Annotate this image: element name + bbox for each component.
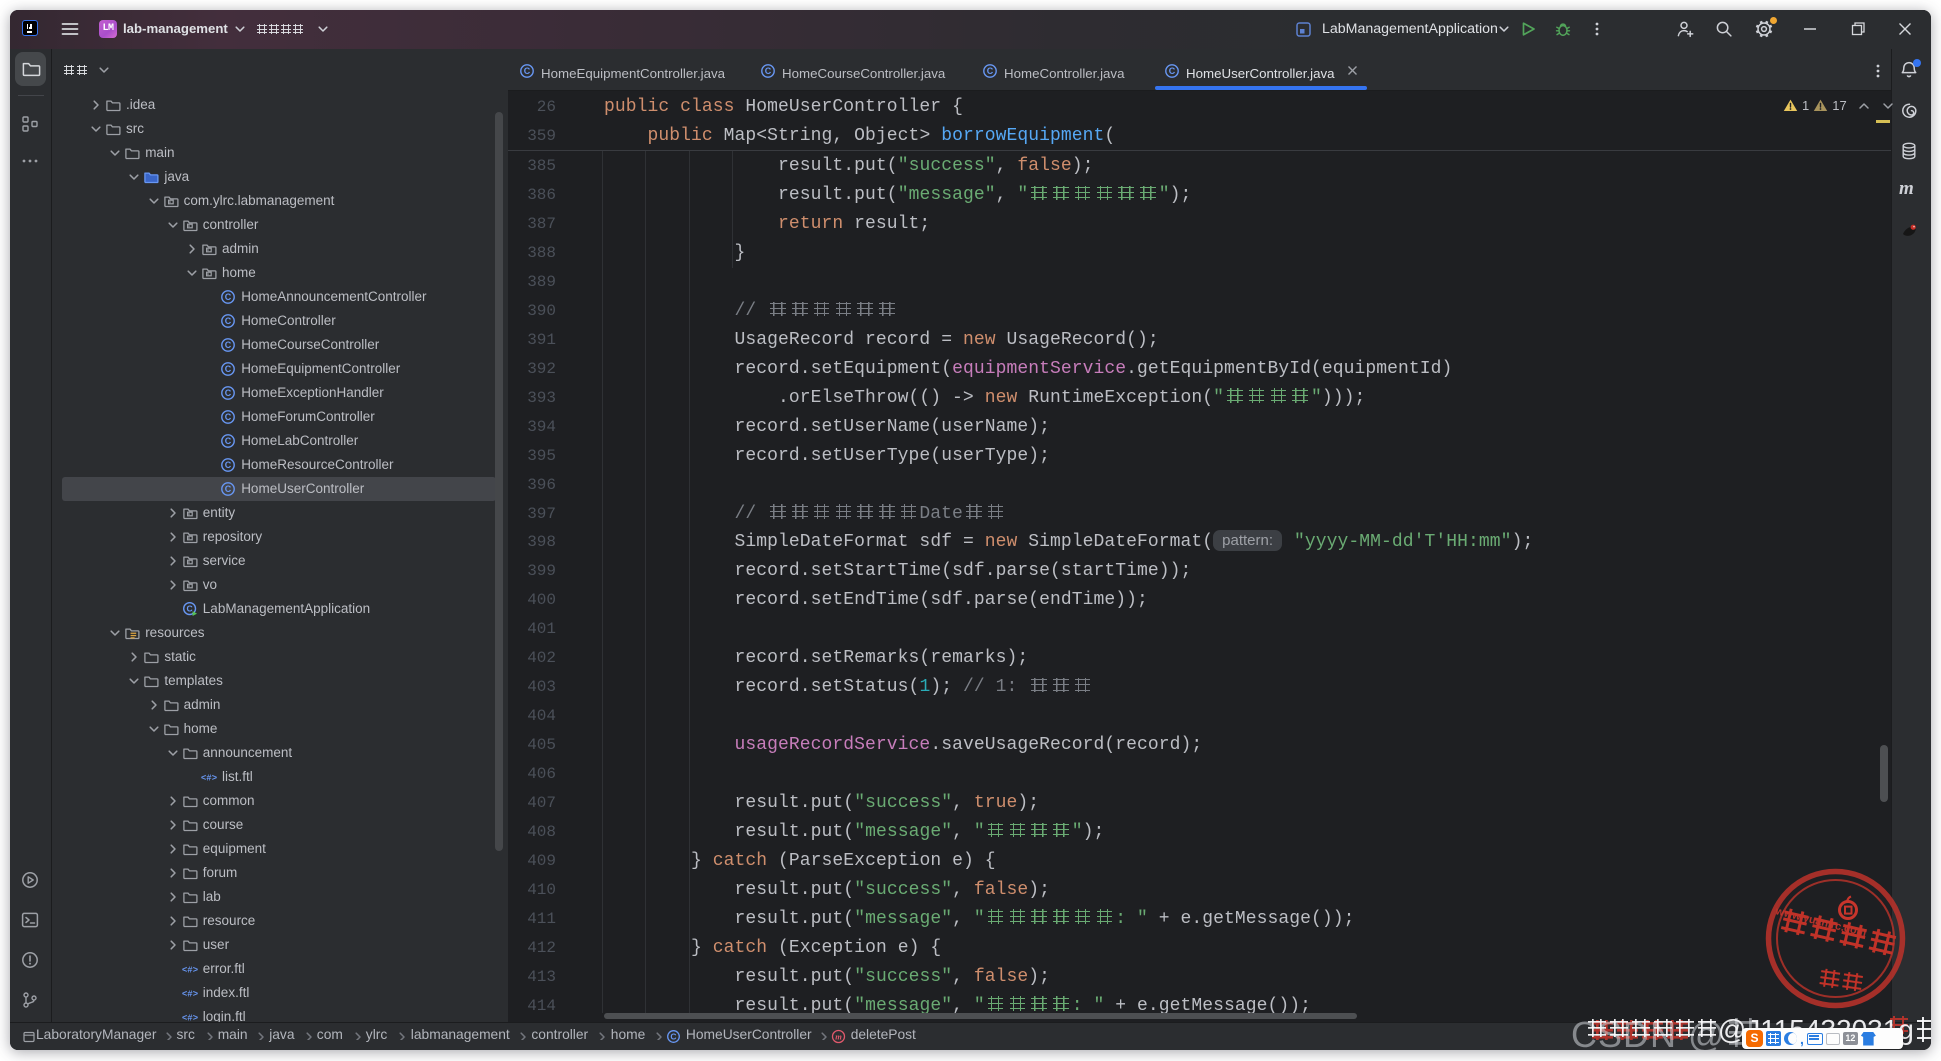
svg-text:C: C: [225, 340, 232, 350]
svg-text:C: C: [225, 292, 232, 302]
svg-text:C: C: [987, 66, 994, 76]
svg-text:C: C: [225, 484, 232, 494]
svg-text:C: C: [225, 436, 232, 446]
svg-text:C: C: [225, 364, 232, 374]
svg-text:C: C: [1169, 66, 1176, 76]
svg-text:m: m: [835, 1032, 842, 1042]
svg-text:C: C: [225, 388, 232, 398]
svg-text:C: C: [225, 412, 232, 422]
svg-text:C: C: [225, 316, 232, 326]
svg-text:C: C: [765, 66, 772, 76]
svg-text:C: C: [225, 460, 232, 470]
svg-text:C: C: [524, 66, 531, 76]
svg-text:<#>: <#>: [182, 989, 198, 999]
svg-text:C: C: [671, 1032, 677, 1042]
svg-text:C: C: [186, 603, 192, 613]
svg-text:<#>: <#>: [201, 773, 217, 783]
svg-text:<#>: <#>: [182, 965, 198, 975]
